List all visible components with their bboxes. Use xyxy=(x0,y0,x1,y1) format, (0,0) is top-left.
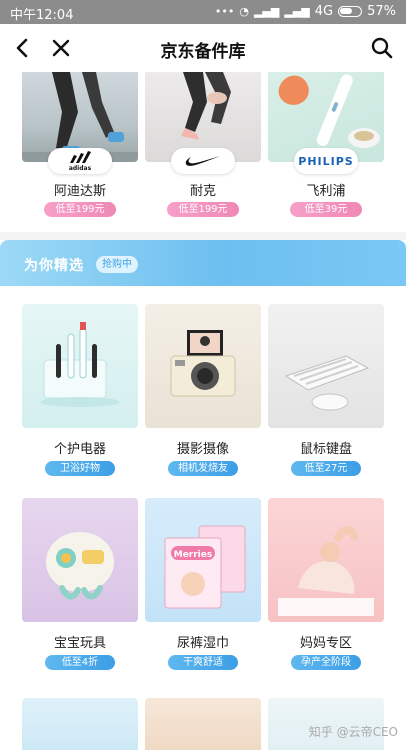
battery-icon xyxy=(338,6,363,17)
network-label: 4G xyxy=(314,4,334,19)
nav-bar: 京东备件库 xyxy=(0,24,406,72)
pick-card-partial[interactable] xyxy=(22,698,138,750)
flash-sale-tag: 抢购中 xyxy=(96,256,138,273)
pick-card-camera[interactable]: 摄影摄像 相机发烧友 xyxy=(145,304,261,476)
picks-header: 为你精选 抢购中 xyxy=(0,240,406,286)
brand-card-adidas[interactable]: adidas 阿迪达斯 低至199元 xyxy=(22,72,138,232)
diaper-brand-label: Merries xyxy=(174,550,212,560)
price-badge: 低至199元 xyxy=(167,202,239,217)
pick-title: 个护电器 xyxy=(53,442,106,457)
alarm-icon: ◔ xyxy=(239,5,249,18)
product-image xyxy=(145,304,261,428)
signal-icon: ▂▄▆ xyxy=(284,5,310,18)
picks-title: 为你精选 xyxy=(24,258,84,274)
battery-level: 57% xyxy=(367,4,396,19)
pick-tag: 相机发烧友 xyxy=(168,461,238,476)
status-bar: 中午12:04 ••• ◔ ▂▄▆ ▂▄▆ 4G 57% xyxy=(0,0,406,24)
price-badge: 低至39元 xyxy=(290,202,362,217)
nike-logo-icon xyxy=(171,148,235,174)
product-image: Merries xyxy=(145,498,261,622)
product-image xyxy=(268,304,384,428)
brand-card-philips[interactable]: PHILIPS 飞利浦 低至39元 xyxy=(268,72,384,232)
adidas-logo-icon: adidas xyxy=(48,148,112,174)
pick-tag: 低至27元 xyxy=(291,461,361,476)
section-divider xyxy=(0,232,406,240)
pick-card-diapers[interactable]: Merries 尿裤湿巾 干爽舒适 xyxy=(145,498,261,670)
pick-tag: 孕产全阶段 xyxy=(291,655,361,670)
pick-title: 尿裤湿巾 xyxy=(176,636,229,651)
pick-tag: 低至4折 xyxy=(45,655,115,670)
product-image xyxy=(22,498,138,622)
pick-card-keyboard-mouse[interactable]: 鼠标键盘 低至27元 xyxy=(268,304,384,476)
status-icons: ••• ◔ ▂▄▆ ▂▄▆ 4G 57% xyxy=(215,4,396,19)
pick-card-personal-care[interactable]: 个护电器 卫浴好物 xyxy=(22,304,138,476)
brand-card-nike[interactable]: 耐克 低至199元 xyxy=(145,72,261,232)
pick-card-baby-toys[interactable]: 宝宝玩具 低至4折 xyxy=(22,498,138,670)
signal-icon: ▂▄▆ xyxy=(253,5,280,18)
product-image xyxy=(22,304,138,428)
price-badge: 低至199元 xyxy=(44,202,116,217)
pick-title: 鼠标键盘 xyxy=(299,442,352,457)
pick-title: 宝宝玩具 xyxy=(53,636,106,651)
brand-strip: adidas 阿迪达斯 低至199元 耐克 低至199元 PHILIPS 飞利浦… xyxy=(0,72,406,232)
pick-title: 摄影摄像 xyxy=(176,442,229,457)
status-time: 中午12:04 xyxy=(10,8,74,23)
brand-name: 耐克 xyxy=(189,184,216,199)
product-image xyxy=(268,498,384,622)
page-title: 京东备件库 xyxy=(160,42,246,62)
more-dots-icon: ••• xyxy=(214,5,235,18)
pick-tag: 卫浴好物 xyxy=(45,461,115,476)
svg-text:adidas: adidas xyxy=(69,165,92,171)
brand-name: 阿迪达斯 xyxy=(53,184,106,199)
picks-grid: 个护电器 卫浴好物 摄影摄像 相机发烧友 鼠标键盘 低至27元 宝宝玩具 低至4… xyxy=(0,286,406,750)
search-icon[interactable] xyxy=(370,36,394,60)
pick-card-partial[interactable] xyxy=(145,698,261,750)
pick-tag: 干爽舒适 xyxy=(168,655,238,670)
pick-title: 妈妈专区 xyxy=(299,636,352,651)
pick-card-mom-zone[interactable]: 妈妈专区 孕产全阶段 xyxy=(268,498,384,670)
brand-name: 飞利浦 xyxy=(306,184,346,199)
watermark: 知乎 @云帝CEO xyxy=(308,725,398,739)
philips-logo-icon: PHILIPS xyxy=(294,148,358,174)
